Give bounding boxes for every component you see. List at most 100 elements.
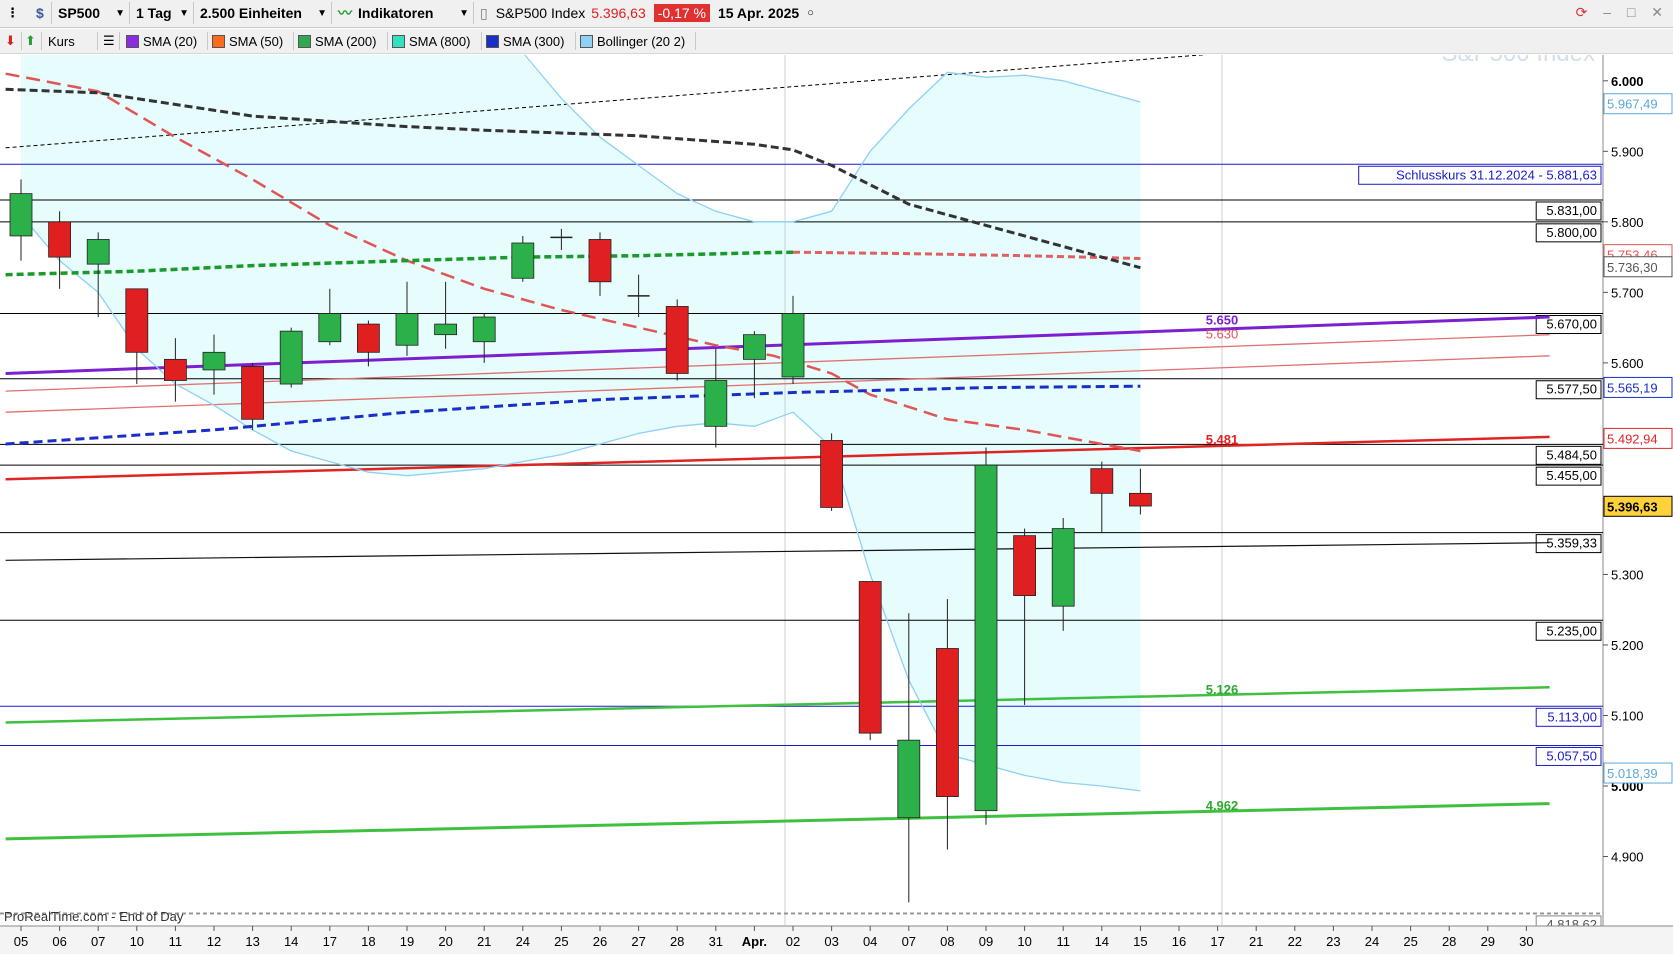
candle-body [9, 193, 33, 237]
x-tick-label: 21 [1249, 934, 1263, 949]
level-label: 5.113,00 [1547, 709, 1597, 724]
y-tick-label: 4.900 [1611, 850, 1644, 865]
legend-sma-800[interactable]: SMA (800) [388, 32, 482, 50]
candle-body [1051, 528, 1075, 607]
quote-date: 15 Apr. 2025 [717, 5, 800, 21]
y-tick-label: 5.800 [1611, 215, 1644, 230]
level-label: 5.831,00 [1546, 203, 1597, 218]
y-tick-label: 5.100 [1611, 708, 1644, 723]
x-tick-label: 21 [477, 934, 491, 949]
price-chart[interactable]: Schlusskurs 31.12.2024 - 5.881,63 5.831,0… [0, 55, 1673, 954]
candle-body [936, 648, 959, 797]
timeframe-select[interactable]: 1 Tag ▼ [132, 2, 194, 24]
candle [48, 211, 71, 289]
level-label: 5.670,00 [1546, 317, 1597, 332]
dollar-sign-icon: $ [36, 5, 44, 21]
candle [974, 447, 998, 825]
level-label: 5.359,33 [1546, 536, 1597, 551]
candle [858, 581, 882, 741]
price-tag-label: 5.967,49 [1607, 97, 1658, 112]
candle [820, 433, 843, 511]
app-menu-button[interactable]: ⋮ [2, 2, 30, 24]
x-tick-label: 02 [786, 934, 800, 949]
candle-body [743, 334, 766, 360]
x-tick-label: 29 [1481, 934, 1495, 949]
legend-label: SMA (300) [503, 33, 565, 49]
legend-swatch [392, 34, 405, 48]
quote-info: ▯ S&P500 Index 5.396,63 -0,17 % 15 Apr. … [476, 2, 846, 24]
level-annotation: 5.630 [1206, 327, 1239, 342]
list-icon[interactable]: ☰ [100, 32, 120, 50]
units-select[interactable]: 2.500 Einheiten ▼ [196, 2, 332, 24]
close-icon[interactable]: ✕ [1651, 4, 1663, 20]
trend-line [5, 542, 1550, 561]
x-tick-label: 08 [940, 934, 954, 949]
candle-body [820, 440, 843, 508]
x-tick-label: 25 [1403, 934, 1417, 949]
candle-body [202, 351, 226, 371]
arrow-up-icon[interactable]: ⬆ [22, 32, 42, 50]
legend-kurs-label: Kurs [48, 33, 75, 49]
window-controls: ⟳ – □ ✕ [1564, 4, 1663, 21]
candle-body [48, 221, 71, 258]
candle-body [588, 239, 612, 283]
legend-sma-20[interactable]: SMA (20) [122, 32, 208, 50]
x-tick-label: 12 [207, 934, 221, 949]
price-tag-label: 5.736,30 [1607, 260, 1658, 275]
legend-swatch [486, 34, 499, 48]
level-label: 5.577,50 [1546, 382, 1597, 397]
legend-label: SMA (200) [315, 33, 377, 49]
candle [279, 327, 303, 388]
x-tick-label: 27 [631, 934, 645, 949]
x-tick-label: 26 [593, 934, 607, 949]
level-annotation: 4.962 [1206, 798, 1239, 813]
level-label: Schlusskurs 31.12.2024 - 5.881,63 [1396, 167, 1597, 182]
legend-bollinger[interactable]: Bollinger (20 2) [576, 32, 696, 50]
x-tick-label: 14 [1095, 934, 1109, 949]
x-tick-label: 04 [863, 934, 877, 949]
x-tick-label: 24 [1365, 934, 1379, 949]
legend-sma-200[interactable]: SMA (200) [294, 32, 388, 50]
candle [665, 299, 689, 381]
trend-line [5, 802, 1550, 841]
x-tick-label: 23 [1326, 934, 1340, 949]
maximize-icon[interactable]: □ [1627, 4, 1635, 20]
price-tag-label: 5.396,63 [1607, 499, 1658, 514]
x-tick-label: 30 [1519, 934, 1533, 949]
x-tick-label: 11 [169, 934, 183, 949]
level-label: 5.057,50 [1546, 748, 1597, 763]
x-tick-label: 20 [438, 934, 452, 949]
change-badge: -0,17 % [653, 4, 710, 22]
legend-sma-300[interactable]: SMA (300) [482, 32, 576, 50]
x-tick-label: Apr. [742, 934, 767, 949]
y-tick-label: 5.700 [1611, 285, 1644, 300]
level-label: 5.235,00 [1546, 623, 1597, 638]
legend-sma-50[interactable]: SMA (50) [208, 32, 294, 50]
y-tick-label: 6.000 [1611, 74, 1644, 89]
price-tag-label: 5.018,39 [1607, 766, 1658, 781]
candle-body [86, 239, 110, 265]
legend-kurs[interactable]: Kurs [44, 32, 98, 50]
arrow-down-icon[interactable]: ⬇ [2, 32, 22, 50]
x-tick-label: 03 [824, 934, 838, 949]
x-tick-label: 22 [1288, 934, 1302, 949]
candle-body [163, 358, 187, 381]
indicators-label: Indikatoren [358, 5, 434, 21]
x-tick-label: 24 [516, 934, 530, 949]
dollar-icon[interactable]: $ [32, 2, 52, 24]
x-tick-label: 13 [245, 934, 259, 949]
candle-body [125, 288, 149, 353]
indicators-button[interactable]: 〰 Indikatoren ▼ [334, 2, 474, 24]
candle-body [434, 323, 458, 336]
symbol-select[interactable]: SP500 ▼ [54, 2, 130, 24]
price-tag-label: 5.565,19 [1607, 380, 1658, 395]
legend-swatch [298, 34, 311, 48]
x-tick-label: 10 [1017, 934, 1031, 949]
candle-body [1129, 492, 1152, 507]
minimize-icon[interactable]: – [1603, 4, 1611, 20]
candle-body [665, 306, 689, 374]
indicators-icon: 〰 [338, 5, 352, 21]
level-label: 5.455,00 [1546, 468, 1597, 483]
legend-swatch [212, 34, 225, 48]
refresh-icon[interactable]: ⟳ [1576, 4, 1588, 20]
